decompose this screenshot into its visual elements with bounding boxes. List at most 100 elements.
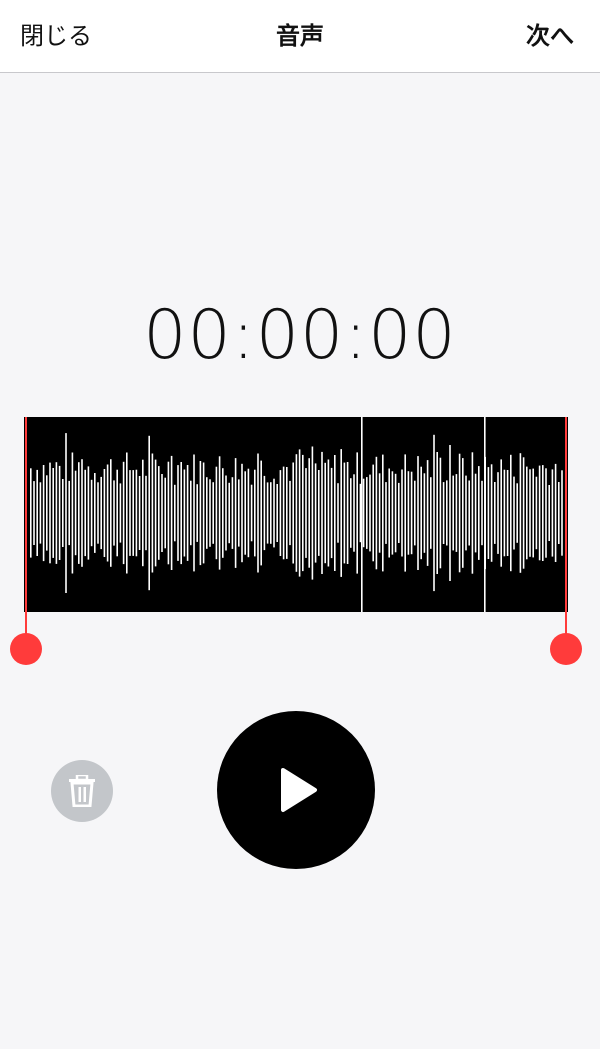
waveform-bar — [561, 470, 563, 556]
waveform-bar — [142, 459, 144, 567]
waveform-bar — [398, 482, 400, 543]
waveform-bar — [382, 454, 384, 572]
waveform-bar — [410, 471, 413, 555]
waveform-marker — [484, 417, 486, 612]
waveform-bar — [138, 476, 141, 550]
waveform-bar — [206, 477, 208, 549]
trim-start-handle[interactable] — [10, 633, 42, 665]
waveform-bar — [199, 461, 202, 566]
waveform-bar — [215, 466, 218, 560]
delete-button[interactable] — [51, 760, 113, 822]
waveform-bar — [94, 473, 96, 553]
waveform-bar — [439, 457, 442, 569]
waveform-bar — [81, 459, 83, 567]
waveform-bar — [350, 478, 352, 548]
waveform-bar — [103, 469, 106, 557]
waveform-bar — [318, 470, 320, 556]
waveform-bar — [119, 483, 122, 543]
waveform-bar — [46, 475, 48, 551]
waveform-bar — [68, 480, 70, 546]
play-icon — [281, 768, 317, 812]
waveform-bar — [446, 480, 448, 546]
waveform-bar — [286, 467, 288, 559]
play-button[interactable] — [217, 711, 375, 869]
waveform-bar — [106, 464, 109, 562]
waveform-bar — [478, 466, 480, 560]
waveform-bar — [420, 466, 422, 560]
waveform-bar — [321, 451, 323, 574]
waveform-bar — [279, 470, 282, 556]
waveform-bar — [529, 469, 531, 557]
waveform-bar — [78, 462, 80, 564]
waveform-bar — [174, 484, 176, 542]
waveform-bar — [202, 462, 205, 564]
waveform-bar — [430, 477, 432, 549]
waveform-bar — [33, 481, 35, 545]
waveform-bar — [90, 479, 93, 547]
waveform-bar — [65, 433, 67, 593]
timer-display: 00:00:00 — [143, 296, 457, 375]
waveform-bar — [212, 482, 214, 544]
waveform-bar — [58, 465, 61, 560]
waveform-bar — [263, 475, 266, 551]
waveform-bar — [401, 469, 403, 557]
waveform-bar — [548, 485, 550, 541]
waveform-bar — [228, 482, 230, 544]
waveform-bar — [423, 473, 426, 553]
waveform-bar — [452, 475, 454, 551]
trim-end-handle[interactable] — [550, 633, 582, 665]
waveform-bar — [74, 470, 77, 556]
waveform-bar — [260, 460, 262, 566]
waveform-bar — [497, 472, 499, 554]
waveform-bar — [356, 452, 358, 574]
waveform-bar — [372, 464, 374, 562]
waveform-bar — [490, 464, 493, 562]
waveform-bar — [52, 468, 54, 558]
waveform-bar — [394, 473, 397, 553]
waveform-bar — [324, 462, 326, 564]
waveform-bar — [241, 463, 243, 563]
waveform-bar — [126, 452, 128, 574]
waveform-bar — [305, 468, 307, 558]
waveform-bar — [298, 449, 301, 577]
waveform-bar — [471, 452, 474, 574]
waveform-bar — [487, 467, 490, 559]
waveform-bar — [30, 468, 32, 558]
waveform-bar — [551, 469, 554, 557]
waveform-bar — [42, 465, 45, 562]
waveform-bar — [158, 466, 160, 560]
waveform-bar — [558, 482, 560, 544]
trim-end-line — [565, 417, 567, 635]
waveform-bar — [442, 482, 445, 544]
waveform-bar — [190, 480, 192, 546]
waveform-bar — [334, 455, 336, 571]
waveform[interactable] — [24, 417, 568, 612]
waveform-bar — [167, 461, 170, 565]
waveform-bar — [500, 459, 502, 567]
waveform-bar — [238, 479, 240, 547]
waveform-bar — [468, 480, 470, 546]
waveform-bar — [465, 475, 467, 551]
waveform-bar — [388, 468, 390, 558]
waveform-bar — [375, 456, 378, 570]
waveform-bar — [145, 475, 147, 551]
waveform-bar — [151, 453, 154, 573]
waveform-bar — [132, 470, 134, 556]
waveform-bar — [516, 483, 518, 543]
waveform-bar — [254, 469, 256, 557]
waveform-bar — [327, 459, 330, 567]
waveform-bar — [385, 482, 387, 544]
waveform-bars — [30, 417, 563, 612]
waveform-bar — [154, 459, 157, 567]
waveform-bar — [330, 467, 333, 559]
waveform-bar — [532, 468, 534, 558]
waveform-bar — [247, 468, 250, 558]
waveform-bar — [526, 466, 528, 560]
waveform-bar — [426, 460, 429, 566]
waveform-bar — [135, 469, 138, 557]
waveform-bar — [170, 455, 173, 570]
waveform-bar — [222, 468, 224, 558]
waveform-bar — [481, 480, 483, 546]
next-button[interactable]: 次へ — [526, 0, 574, 72]
waveform-bar — [404, 454, 406, 572]
